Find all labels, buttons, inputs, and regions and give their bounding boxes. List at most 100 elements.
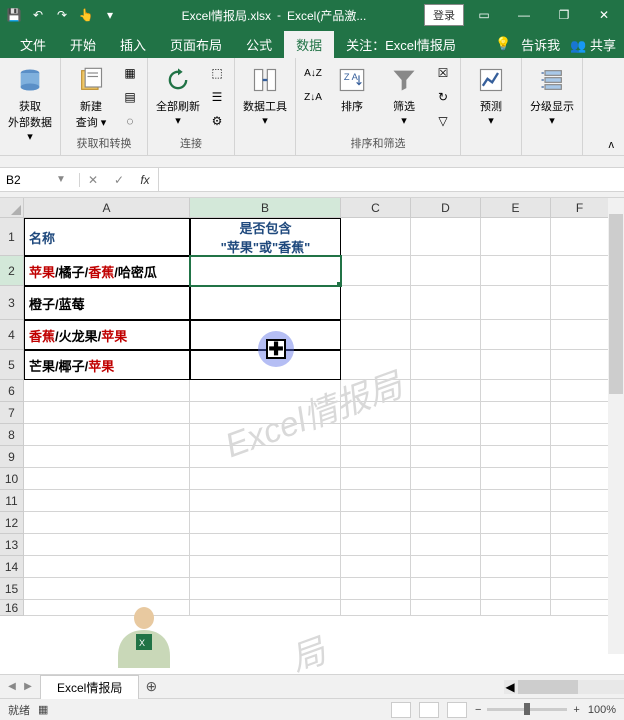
- tab-home[interactable]: 开始: [58, 31, 108, 58]
- recent-sources-icon[interactable]: ◌: [119, 110, 141, 132]
- sheet-nav-prev-icon[interactable]: ◀: [4, 677, 20, 697]
- page-layout-view-icon[interactable]: [419, 702, 439, 718]
- tell-me[interactable]: 告诉我: [521, 35, 560, 54]
- cell-A7[interactable]: [24, 402, 190, 424]
- save-icon[interactable]: 💾: [2, 3, 26, 27]
- advanced-filter-icon[interactable]: ▽: [432, 110, 454, 132]
- tab-file[interactable]: 文件: [8, 31, 58, 58]
- col-header-D[interactable]: D: [411, 198, 481, 218]
- cell-D7[interactable]: [411, 402, 481, 424]
- row-header-2[interactable]: 2: [0, 256, 24, 286]
- cell-D16[interactable]: [411, 600, 481, 616]
- zoom-level[interactable]: 100%: [588, 704, 616, 716]
- cell-D2[interactable]: [411, 256, 481, 286]
- cell-B3[interactable]: [190, 286, 341, 320]
- cell-F8[interactable]: [551, 424, 609, 446]
- cell-D13[interactable]: [411, 534, 481, 556]
- maximize-icon[interactable]: ❐: [544, 0, 584, 30]
- cell-E10[interactable]: [481, 468, 551, 490]
- cell-D3[interactable]: [411, 286, 481, 320]
- cell-C13[interactable]: [341, 534, 411, 556]
- show-queries-icon[interactable]: ▦: [119, 62, 141, 84]
- refresh-all-button[interactable]: 全部刷新▾: [154, 62, 202, 129]
- cell-B6[interactable]: [190, 380, 341, 402]
- tab-attention[interactable]: 关注：Excel情报局: [334, 31, 468, 58]
- cell-F14[interactable]: [551, 556, 609, 578]
- cell-B14[interactable]: [190, 556, 341, 578]
- cell-C2[interactable]: [341, 256, 411, 286]
- cell-C4[interactable]: [341, 320, 411, 350]
- row-header-15[interactable]: 15: [0, 578, 24, 600]
- touch-mode-icon[interactable]: 👆: [74, 3, 98, 27]
- zoom-in-icon[interactable]: +: [573, 704, 579, 716]
- cell-B13[interactable]: [190, 534, 341, 556]
- name-box-dropdown-icon[interactable]: ▼: [56, 174, 66, 185]
- cell-F1[interactable]: [551, 218, 609, 256]
- connections-icon[interactable]: ⬚: [206, 62, 228, 84]
- qat-dropdown-icon[interactable]: ▾: [98, 3, 122, 27]
- cell-C9[interactable]: [341, 446, 411, 468]
- tab-page-layout[interactable]: 页面布局: [158, 31, 234, 58]
- cell-F13[interactable]: [551, 534, 609, 556]
- sort-button[interactable]: Z A 排序: [328, 62, 376, 116]
- undo-icon[interactable]: ↶: [26, 3, 50, 27]
- cell-F10[interactable]: [551, 468, 609, 490]
- collapse-ribbon-icon[interactable]: ᴧ: [589, 137, 618, 153]
- cell-C12[interactable]: [341, 512, 411, 534]
- cell-E2[interactable]: [481, 256, 551, 286]
- cell-E4[interactable]: [481, 320, 551, 350]
- cell-E3[interactable]: [481, 286, 551, 320]
- cell-E5[interactable]: [481, 350, 551, 380]
- cell-A5[interactable]: 芒果/椰子/苹果: [24, 350, 190, 380]
- macro-record-icon[interactable]: ▦: [38, 703, 48, 716]
- edit-links-icon[interactable]: ⚙: [206, 110, 228, 132]
- row-header-8[interactable]: 8: [0, 424, 24, 446]
- bulb-icon[interactable]: 💡: [495, 36, 511, 52]
- cell-B12[interactable]: [190, 512, 341, 534]
- cell-A8[interactable]: [24, 424, 190, 446]
- row-header-12[interactable]: 12: [0, 512, 24, 534]
- cell-F15[interactable]: [551, 578, 609, 600]
- cell-D15[interactable]: [411, 578, 481, 600]
- row-header-6[interactable]: 6: [0, 380, 24, 402]
- cell-F4[interactable]: [551, 320, 609, 350]
- page-break-view-icon[interactable]: [447, 702, 467, 718]
- cells-grid[interactable]: 名称是否包含"苹果"或"香蕉"苹果/橘子/香蕉/哈密瓜橙子/蓝莓香蕉/火龙果/苹…: [24, 218, 609, 616]
- cell-E15[interactable]: [481, 578, 551, 600]
- cell-B16[interactable]: [190, 600, 341, 616]
- zoom-slider[interactable]: [487, 708, 567, 711]
- col-header-B[interactable]: B: [190, 198, 341, 218]
- cell-A11[interactable]: [24, 490, 190, 512]
- cell-A12[interactable]: [24, 512, 190, 534]
- tab-formulas[interactable]: 公式: [234, 31, 284, 58]
- cell-A6[interactable]: [24, 380, 190, 402]
- cell-F7[interactable]: [551, 402, 609, 424]
- col-header-C[interactable]: C: [341, 198, 411, 218]
- cell-E13[interactable]: [481, 534, 551, 556]
- row-header-7[interactable]: 7: [0, 402, 24, 424]
- cell-A14[interactable]: [24, 556, 190, 578]
- cell-A13[interactable]: [24, 534, 190, 556]
- cell-A4[interactable]: 香蕉/火龙果/苹果: [24, 320, 190, 350]
- cell-F3[interactable]: [551, 286, 609, 320]
- cell-C8[interactable]: [341, 424, 411, 446]
- insert-function-icon[interactable]: fx: [132, 168, 158, 192]
- select-all-corner[interactable]: [0, 198, 24, 218]
- data-tools-button[interactable]: 数据工具▾: [241, 62, 289, 129]
- cell-B10[interactable]: [190, 468, 341, 490]
- cell-C5[interactable]: [341, 350, 411, 380]
- cell-A2[interactable]: 苹果/橘子/香蕉/哈密瓜: [24, 256, 190, 286]
- cell-E1[interactable]: [481, 218, 551, 256]
- cell-C6[interactable]: [341, 380, 411, 402]
- close-icon[interactable]: ✕: [584, 0, 624, 30]
- cancel-formula-icon[interactable]: ✕: [80, 168, 106, 192]
- cell-E12[interactable]: [481, 512, 551, 534]
- cell-C10[interactable]: [341, 468, 411, 490]
- cell-B8[interactable]: [190, 424, 341, 446]
- cell-D10[interactable]: [411, 468, 481, 490]
- cell-F5[interactable]: [551, 350, 609, 380]
- cell-E16[interactable]: [481, 600, 551, 616]
- ribbon-display-icon[interactable]: ▭: [464, 0, 504, 30]
- cell-B1[interactable]: 是否包含"苹果"或"香蕉": [190, 218, 341, 256]
- cell-A9[interactable]: [24, 446, 190, 468]
